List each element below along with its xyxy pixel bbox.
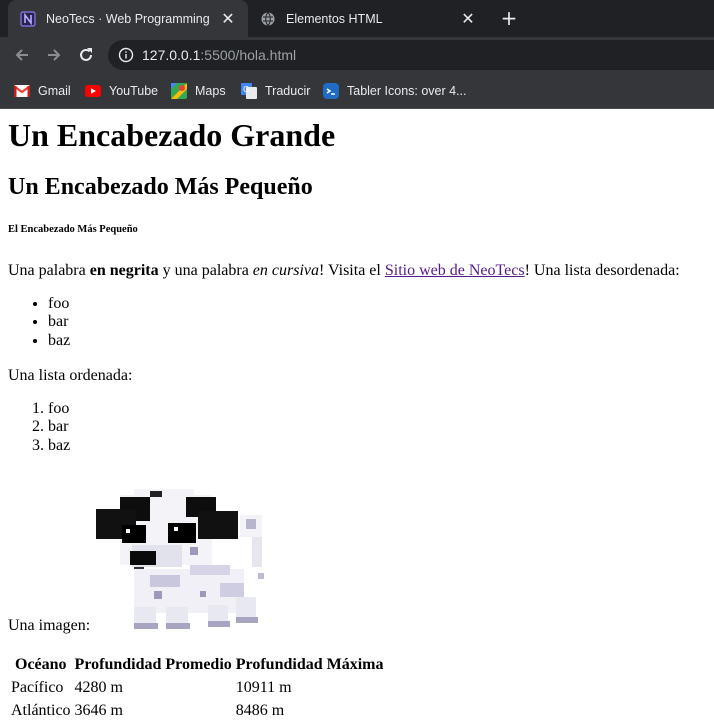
intro-paragraph: Una palabra en negrita y una palabra en … [8,261,680,280]
ordered-list-label: Una lista ordenada: [8,367,133,384]
column-header: Profundidad Máxima [235,656,384,673]
bookmark-gmail[interactable]: Gmail [14,81,71,101]
text: ! Una lista desordenada: [524,262,680,279]
image-line: Una imagen: [8,475,282,635]
list-item: baz [48,332,70,350]
bold-text: en negrita [89,262,159,279]
url-host: 127.0.0.1 [142,47,201,63]
back-icon[interactable] [10,43,34,67]
page-heading-h2: Un Encabezado Más Pequeño [8,174,313,200]
puppy-pixel-image [96,489,265,629]
table-row: Atlántico 3646 m 8486 m [10,700,385,721]
tab-title: Elementos HTML [286,11,383,26]
close-icon[interactable]: ✕ [218,9,238,29]
new-tab-icon[interactable]: + [497,6,521,30]
maps-icon [171,83,187,99]
forward-icon[interactable] [42,43,66,67]
bookmark-label: Maps [195,84,226,98]
neotecs-link[interactable]: Sitio web de NeoTecs [385,262,525,279]
table-cell: Atlántico [11,702,71,719]
tab-strip: NeoTecs · Web Programming ✕ Elementos HT… [0,0,714,37]
info-icon[interactable] [118,47,134,63]
url-path: :5500/hola.html [200,47,297,63]
translate-icon: G [241,83,257,99]
bookmark-traducir[interactable]: G Traducir [241,81,310,101]
browser-toolbar: 127.0.0.1:5500/hola.html [0,37,714,73]
bookmark-youtube[interactable]: YouTube [85,81,158,101]
bookmark-label: Traducir [265,84,311,98]
text: y una palabra [158,262,253,279]
table-cell: 8486 m [235,702,285,719]
gmail-icon [14,83,30,99]
svg-text:G: G [243,85,249,94]
table-header-row: Océano Profundidad Promedio Profundidad … [10,654,385,675]
bookmark-tabler-icons[interactable]: Tabler Icons: over 4... [323,81,467,101]
bookmark-label: Tabler Icons: over 4... [347,84,467,98]
column-header: Profundidad Promedio [74,656,232,673]
list-item: bar [48,418,70,436]
ocean-depth-table: Océano Profundidad Promedio Profundidad … [8,652,387,723]
globe-icon [260,11,276,27]
bookmark-maps[interactable]: Maps [171,81,226,101]
reload-icon[interactable] [74,43,98,67]
unordered-list: foo bar baz [8,295,70,350]
column-header: Océano [15,656,67,673]
table-row: Pacífico 4280 m 10911 m [10,677,385,698]
text: ! Visita el [319,262,385,279]
tab-elementos-html[interactable]: Elementos HTML ✕ [248,0,488,37]
table-cell: 10911 m [235,679,292,696]
bookmarks-bar: Gmail YouTube Maps G Traducir Tabler Ico… [0,73,714,109]
bookmark-label: YouTube [109,84,159,98]
tab-neotecs[interactable]: NeoTecs · Web Programming ✕ [8,0,248,37]
list-item: foo [48,400,70,418]
list-item: bar [48,313,70,331]
table-cell: Pacífico [11,679,64,696]
tab-title: NeoTecs · Web Programming [46,11,210,26]
youtube-icon [85,83,101,99]
list-item: baz [48,437,70,455]
list-item: foo [48,295,70,313]
neotecs-favicon [20,10,36,27]
close-icon[interactable]: ✕ [458,9,478,29]
ordered-list: foo bar baz [8,400,70,455]
table-cell: 3646 m [74,702,123,719]
page-heading-h5: El Encabezado Más Pequeño [8,224,138,235]
address-bar[interactable]: 127.0.0.1:5500/hola.html [108,40,714,70]
page-heading-h1: Un Encabezado Grande [8,117,336,153]
text: Una palabra [8,262,90,279]
tabler-icon [323,83,339,99]
image-label: Una imagen: [8,617,91,634]
bookmark-label: Gmail [38,84,71,98]
page-content: Un Encabezado Grande Un Encabezado Más P… [0,109,714,725]
italic-text: en cursiva [252,262,319,279]
table-cell: 4280 m [74,679,123,696]
